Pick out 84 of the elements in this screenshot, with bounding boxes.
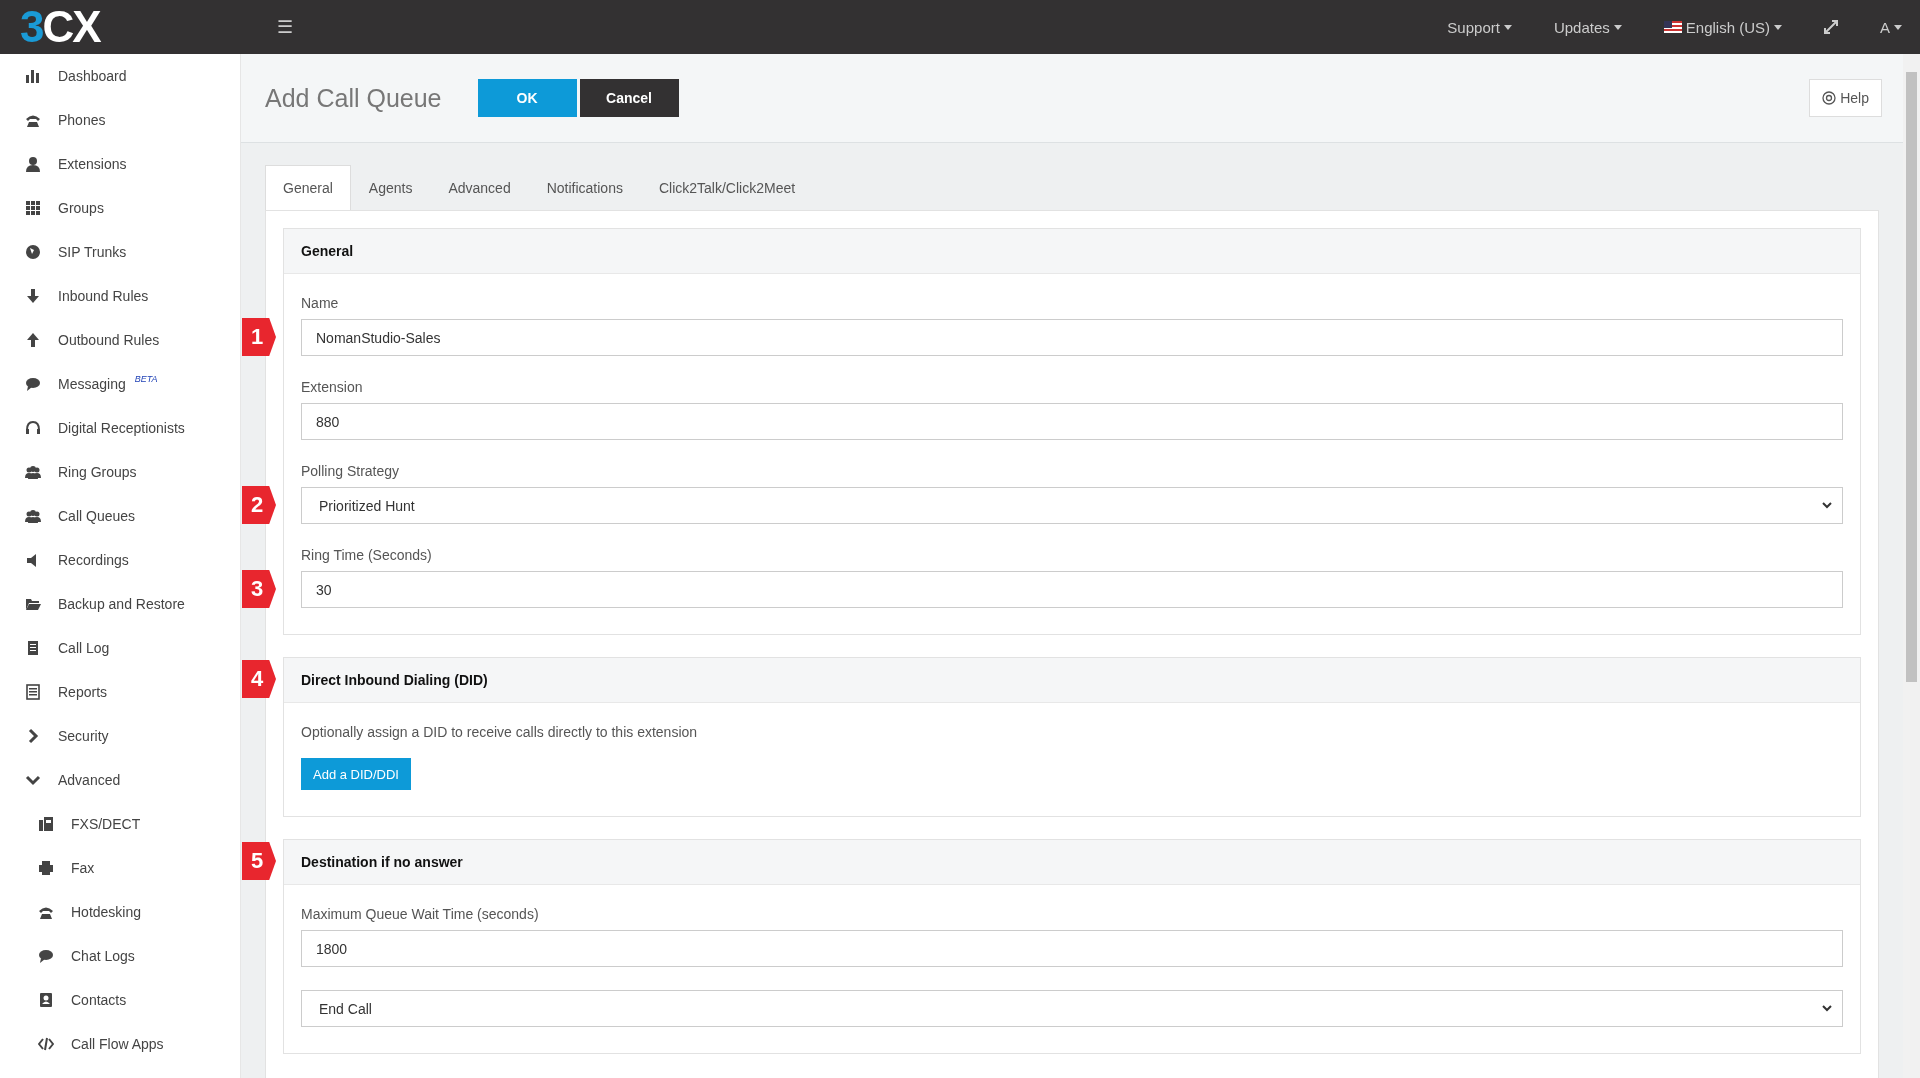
top-menu[interactable]: Support: [1447, 18, 1512, 36]
text-field[interactable]: 30: [301, 571, 1843, 608]
fullscreen-icon[interactable]: [1824, 20, 1838, 34]
sidebar-item[interactable]: Ring Groups: [0, 450, 240, 494]
text-field[interactable]: NomanStudio-Sales: [301, 319, 1843, 356]
sidebar-item[interactable]: Call Log: [0, 626, 240, 670]
chat-icon: [25, 376, 41, 392]
sidebar-item[interactable]: Messaging BETA: [0, 362, 240, 406]
sidebar-item[interactable]: Groups: [0, 186, 240, 230]
number-marker: 5: [242, 842, 276, 880]
page-title: Add Call Queue: [265, 83, 442, 113]
number-marker: 1: [242, 318, 276, 356]
section-title: Direct Inbound Dialing (DID): [301, 672, 488, 688]
sidebar-item[interactable]: Contacts: [0, 978, 240, 1022]
users-icon: [25, 508, 41, 524]
tab[interactable]: Agents: [350, 165, 431, 210]
logo: 3CX: [20, 2, 100, 51]
sidebar-item[interactable]: SIP Trunks: [0, 230, 240, 274]
caret-icon: [1774, 24, 1782, 30]
list-icon: [25, 684, 41, 700]
text-field[interactable]: 1800: [301, 930, 1843, 967]
caret-icon: [1613, 24, 1622, 30]
number-marker: 3: [242, 570, 276, 608]
bar-chart-icon: [25, 68, 41, 84]
sidebar-item[interactable]: Phones: [0, 98, 240, 142]
lifebuoy-icon: [1822, 91, 1837, 105]
number-marker: 4: [242, 660, 276, 698]
sidebar-item[interactable]: Recordings: [0, 538, 240, 582]
text-field[interactable]: 880: [301, 403, 1843, 440]
tab[interactable]: General: [265, 165, 351, 210]
chat-icon: [38, 948, 54, 964]
sidebar-item[interactable]: Dashboard: [0, 54, 240, 98]
sidebar-item[interactable]: Reports: [0, 670, 240, 714]
tab[interactable]: Click2Talk/Click2Meet: [640, 165, 814, 210]
code-icon: [38, 1036, 54, 1052]
document-icon: [25, 640, 41, 656]
user-menu[interactable]: A: [1880, 18, 1902, 36]
sidebar-item[interactable]: Chat Logs: [0, 934, 240, 978]
language-menu[interactable]: English (US): [1663, 18, 1782, 36]
arrow-up-icon: [25, 332, 41, 348]
caret-icon: [1894, 24, 1902, 30]
caret-icon: [1503, 24, 1512, 30]
beta-label: BETA: [134, 374, 158, 384]
arrow-down-icon: [25, 288, 41, 304]
sidebar-item[interactable]: Hotdesking: [0, 890, 240, 934]
grid-icon: [25, 200, 41, 216]
field-label: Ring Time (Seconds): [301, 547, 433, 563]
menu-button[interactable]: ☰: [277, 16, 293, 38]
tab[interactable]: Notifications: [528, 165, 641, 210]
cancel-button[interactable]: Cancel: [579, 79, 679, 117]
section-title: Destination if no answer: [301, 854, 463, 870]
sidebar-item[interactable]: Backup and Restore: [0, 582, 240, 626]
sidebar-item[interactable]: Extensions: [0, 142, 240, 186]
user-icon: [25, 156, 41, 172]
fax-machine-icon: [38, 816, 54, 832]
chevron-down-icon: [1822, 502, 1832, 509]
sidebar-item[interactable]: Digital Receptionists: [0, 406, 240, 450]
tab[interactable]: Advanced: [430, 165, 529, 210]
contact-card-icon: [38, 992, 54, 1008]
sidebar-item[interactable]: Call Queues: [0, 494, 240, 538]
sidebar-item[interactable]: Advanced: [0, 758, 240, 802]
description-text: Optionally assign a DID to receive calls directly to this extension: [301, 724, 698, 740]
number-marker: 2: [242, 486, 276, 524]
sidebar-item[interactable]: Fax: [0, 846, 240, 890]
field-label: Polling Strategy: [301, 463, 401, 479]
field-label: Name: [301, 295, 340, 311]
sidebar-item[interactable]: Inbound Rules: [0, 274, 240, 318]
section-title: General: [301, 243, 354, 259]
select-field[interactable]: Prioritized Hunt: [301, 487, 1843, 524]
scrollbar[interactable]: [1903, 54, 1920, 1078]
top-menu[interactable]: Updates: [1553, 18, 1622, 36]
select-field[interactable]: End Call: [301, 990, 1843, 1027]
sidebar-item[interactable]: FXS/DECT: [0, 802, 240, 846]
headset-icon: [25, 420, 41, 436]
sidebar-item[interactable]: Security: [0, 714, 240, 758]
field-label: Maximum Queue Wait Time (seconds): [301, 906, 540, 922]
help-button[interactable]: Help: [1809, 79, 1882, 117]
field-label: Extension: [301, 379, 364, 395]
sidebar-item[interactable]: Call Flow Apps: [0, 1022, 240, 1066]
chevron-down-icon: [1822, 1005, 1832, 1012]
folder-icon: [25, 596, 41, 612]
flag-icon: [1663, 21, 1682, 33]
sidebar-item[interactable]: Outbound Rules: [0, 318, 240, 362]
users-icon: [25, 464, 41, 480]
